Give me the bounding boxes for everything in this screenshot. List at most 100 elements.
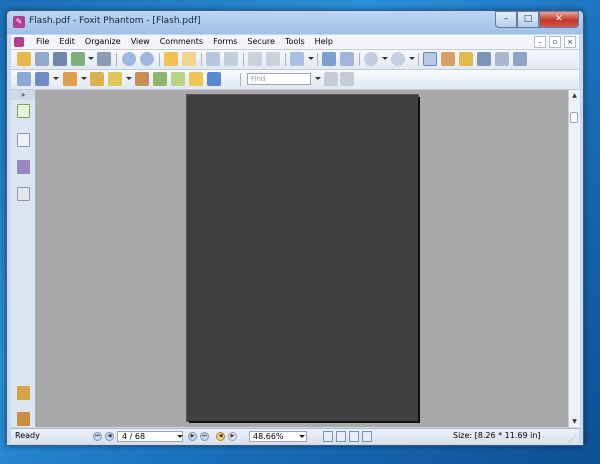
comments-panel-icon[interactable] bbox=[17, 386, 30, 400]
single-page-layout-icon[interactable] bbox=[323, 431, 333, 442]
save-icon[interactable] bbox=[35, 52, 49, 66]
attachments-panel-icon[interactable] bbox=[17, 412, 30, 426]
sign-icon[interactable] bbox=[153, 72, 167, 86]
status-text: Ready bbox=[15, 431, 40, 440]
zoom-in-dropdown-arrow[interactable] bbox=[409, 57, 415, 60]
toggle-view-icon[interactable] bbox=[17, 72, 31, 86]
lock-dropdown-arrow[interactable] bbox=[126, 77, 132, 80]
menu-tools[interactable]: Tools bbox=[280, 36, 310, 48]
zoom-out-icon[interactable] bbox=[364, 52, 378, 66]
maximize-button[interactable]: □ bbox=[517, 11, 539, 28]
toolbar-separator bbox=[285, 53, 286, 66]
doc-restore-button[interactable]: ▫ bbox=[549, 36, 561, 48]
pdf-page[interactable] bbox=[187, 95, 418, 421]
zoom-icon[interactable] bbox=[290, 52, 304, 66]
find-next-icon[interactable] bbox=[340, 72, 354, 86]
scroll-thumb[interactable] bbox=[570, 112, 578, 123]
resize-grip-icon[interactable]: ⋰ bbox=[569, 434, 579, 444]
menu-edit[interactable]: Edit bbox=[54, 36, 80, 48]
bookmarks-panel-icon[interactable] bbox=[17, 104, 30, 118]
facing-layout-icon[interactable] bbox=[349, 431, 359, 442]
comment-icon[interactable] bbox=[189, 72, 203, 86]
stamp-dropdown-arrow[interactable] bbox=[81, 77, 87, 80]
print-icon[interactable] bbox=[53, 52, 67, 66]
scroll-up-icon[interactable]: ▲ bbox=[569, 90, 580, 101]
open-file-icon[interactable] bbox=[17, 52, 31, 66]
arrow-tool-icon[interactable] bbox=[207, 72, 221, 86]
fit-width-icon[interactable] bbox=[340, 52, 354, 66]
menu-organize[interactable]: Organize bbox=[80, 36, 126, 48]
find-dropdown-arrow[interactable] bbox=[315, 77, 321, 80]
doc-close-button[interactable]: × bbox=[564, 36, 576, 48]
find-previous-icon[interactable] bbox=[324, 72, 338, 86]
last-page-icon[interactable]: ⏭ bbox=[200, 432, 209, 441]
menu-comments[interactable]: Comments bbox=[155, 36, 208, 48]
next-page-button-icon[interactable]: ▶ bbox=[188, 432, 197, 441]
extract-pages-icon[interactable] bbox=[224, 52, 238, 66]
status-bar: Ready ⏮ ◀ 4 / 68 ▶ ⏭ ◀ ▶ 48.66% Size: [8… bbox=[11, 428, 579, 444]
zoom-out-dropdown-arrow[interactable] bbox=[382, 57, 388, 60]
signatures-panel-icon[interactable] bbox=[17, 160, 30, 174]
edit-dropdown-arrow[interactable] bbox=[53, 77, 59, 80]
snapshot-icon[interactable] bbox=[513, 52, 527, 66]
forward-arrow-icon[interactable] bbox=[182, 52, 196, 66]
text-box-icon[interactable] bbox=[171, 72, 185, 86]
edit-document-icon[interactable] bbox=[35, 72, 49, 86]
toolbar-separator bbox=[201, 53, 202, 66]
continuous-facing-layout-icon[interactable] bbox=[362, 431, 372, 442]
insert-pages-icon[interactable] bbox=[206, 52, 220, 66]
email-icon[interactable] bbox=[71, 52, 85, 66]
go-back-icon[interactable]: ◀ bbox=[216, 432, 225, 441]
scan-icon[interactable] bbox=[97, 52, 111, 66]
minimize-button[interactable]: – bbox=[495, 11, 517, 28]
menu-help[interactable]: Help bbox=[310, 36, 338, 48]
back-arrow-icon[interactable] bbox=[164, 52, 178, 66]
previous-page-button-icon[interactable]: ◀ bbox=[105, 432, 114, 441]
zoom-in-icon[interactable] bbox=[391, 52, 405, 66]
first-page-icon[interactable]: ⏮ bbox=[93, 432, 102, 441]
zoom-dropdown-arrow[interactable] bbox=[308, 57, 314, 60]
document-viewer[interactable] bbox=[36, 90, 568, 427]
toolbar-separator bbox=[243, 53, 244, 66]
undo-icon[interactable] bbox=[248, 52, 262, 66]
typewriter-icon[interactable] bbox=[495, 52, 509, 66]
close-button[interactable]: ✕ bbox=[539, 11, 579, 28]
pages-panel-icon[interactable] bbox=[17, 133, 30, 147]
doc-minimize-button[interactable]: – bbox=[534, 36, 546, 48]
next-page-icon[interactable] bbox=[140, 52, 154, 66]
toolbar-separator bbox=[418, 53, 419, 66]
title-bar[interactable]: ✎ Flash.pdf - Foxit Phantom - [Flash.pdf… bbox=[7, 11, 583, 34]
window-controls: – □ ✕ bbox=[495, 11, 579, 29]
continuous-layout-icon[interactable] bbox=[336, 431, 346, 442]
menu-items: File Edit Organize View Comments Forms S… bbox=[31, 36, 338, 48]
document-icon[interactable] bbox=[14, 37, 24, 47]
select-annotation-icon[interactable] bbox=[459, 52, 473, 66]
vertical-scrollbar[interactable]: ▲ ▼ bbox=[568, 90, 580, 427]
menu-forms[interactable]: Forms bbox=[208, 36, 242, 48]
previous-page-icon[interactable] bbox=[122, 52, 136, 66]
layers-panel-icon[interactable] bbox=[17, 187, 30, 201]
hand-tool-icon[interactable] bbox=[423, 52, 437, 66]
redo-icon[interactable] bbox=[266, 52, 280, 66]
fit-page-icon[interactable] bbox=[322, 52, 336, 66]
sidebar-collapse-button[interactable]: » bbox=[11, 90, 35, 100]
user-stamp-icon[interactable] bbox=[63, 72, 77, 86]
page-dropdown-arrow[interactable] bbox=[177, 435, 183, 438]
email-dropdown-arrow[interactable] bbox=[88, 57, 94, 60]
find-binoculars-icon[interactable] bbox=[477, 52, 491, 66]
page-number-field[interactable]: 4 / 68 bbox=[117, 431, 183, 442]
select-text-icon[interactable] bbox=[441, 52, 455, 66]
zoom-dropdown-arrow[interactable] bbox=[299, 435, 305, 438]
page-size-text: Size: [8.26 * 11.69 in] bbox=[453, 431, 541, 440]
convert-icon[interactable] bbox=[90, 72, 104, 86]
scroll-down-icon[interactable]: ▼ bbox=[569, 416, 580, 427]
menu-view[interactable]: View bbox=[126, 36, 155, 48]
navigation-sidebar: » bbox=[11, 90, 36, 427]
lock-icon[interactable] bbox=[108, 72, 122, 86]
note-icon[interactable] bbox=[135, 72, 149, 86]
menu-file[interactable]: File bbox=[31, 36, 54, 48]
find-input[interactable]: Find bbox=[247, 73, 311, 85]
menu-secure[interactable]: Secure bbox=[242, 36, 280, 48]
go-forward-icon[interactable]: ▶ bbox=[228, 432, 237, 441]
toolbar-separator bbox=[240, 73, 241, 86]
